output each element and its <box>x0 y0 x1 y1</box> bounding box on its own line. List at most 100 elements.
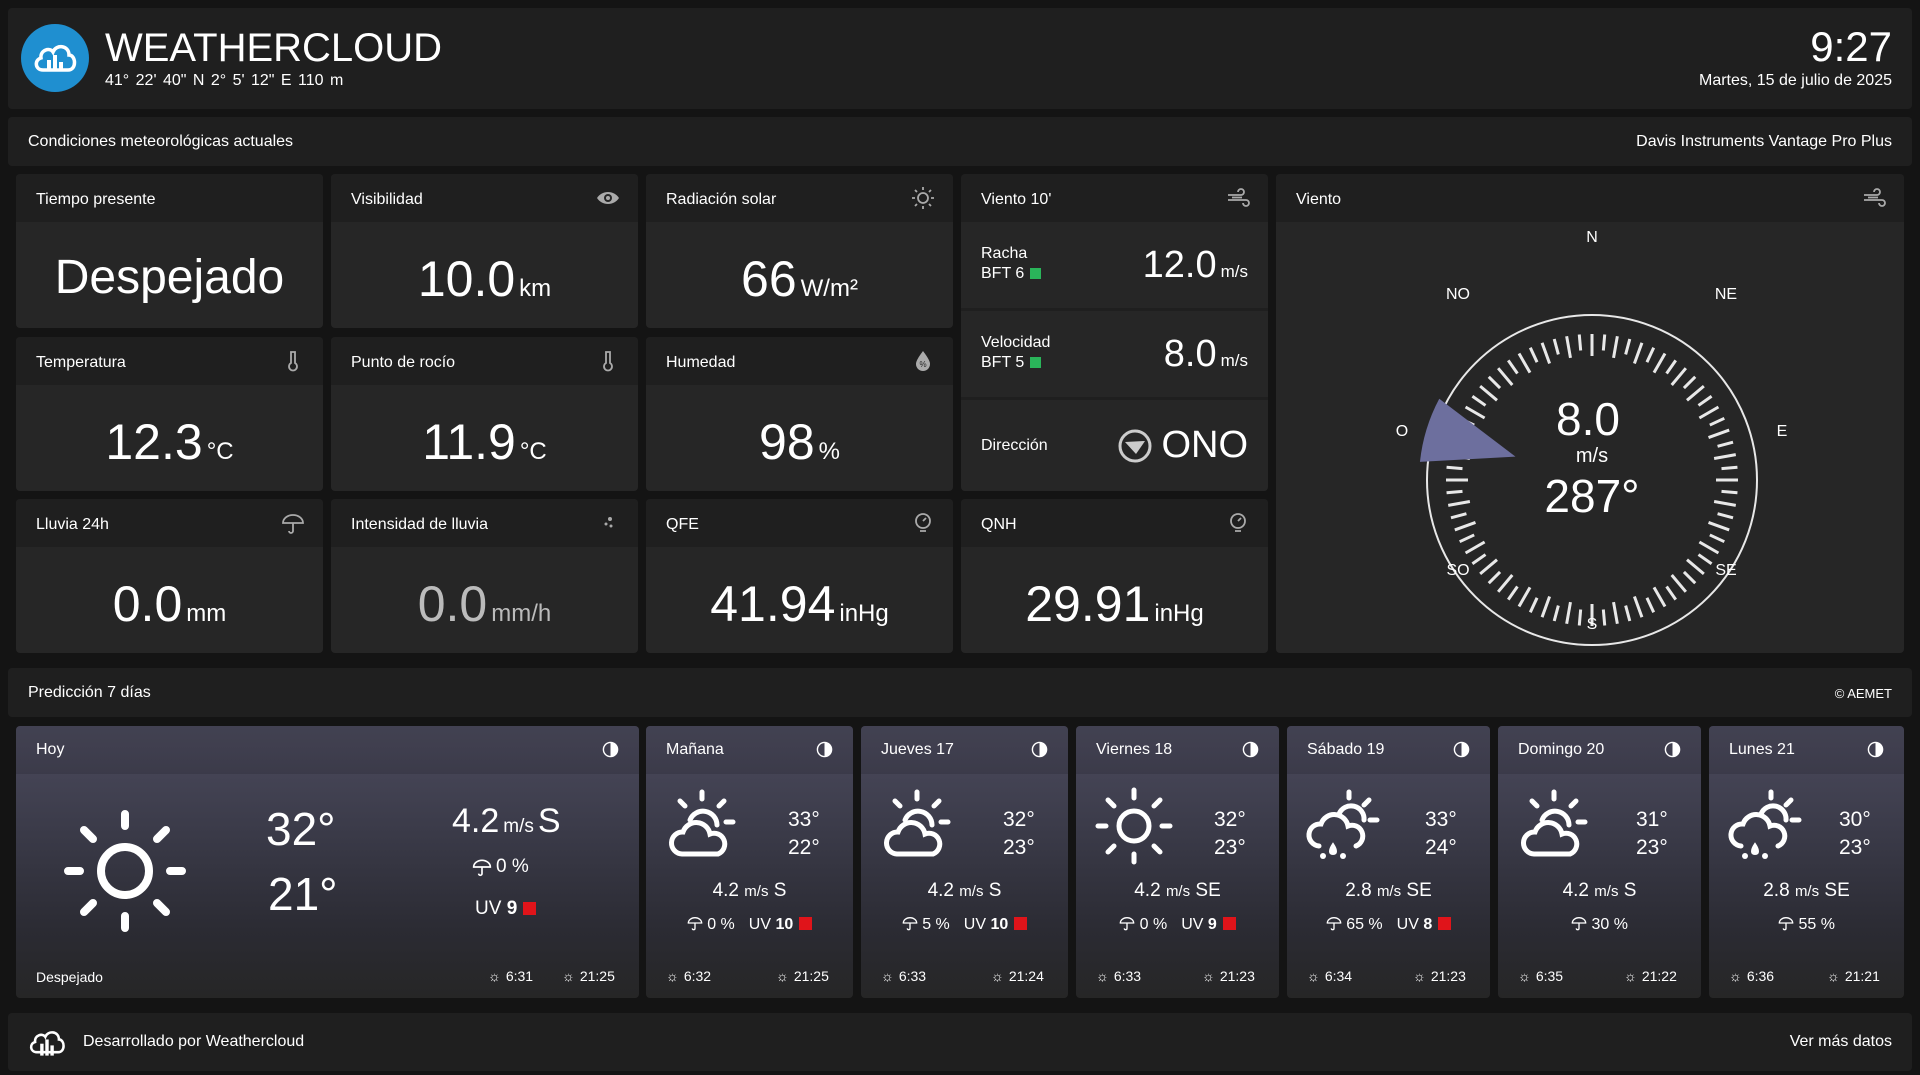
rain-uv: 30 % <box>1498 915 1701 934</box>
compass-tick <box>1633 596 1644 618</box>
compass-tick <box>1612 335 1619 359</box>
card-visibilidad: Visibilidad 10.0 km <box>331 174 638 328</box>
umbrella-icon <box>1571 917 1587 931</box>
temperatura-value: 12.3 °C <box>105 414 234 470</box>
wind-direction-arrow-icon <box>1118 429 1152 462</box>
card-title: Visibilidad <box>351 191 423 208</box>
card-title: Punto de rocío <box>351 354 456 371</box>
compass-tick <box>1652 352 1667 374</box>
compass-tick <box>1447 500 1471 507</box>
compass-tick <box>1717 512 1734 520</box>
forecast-day-card[interactable]: Mañana 33° 22° 4.2 m/s S 0 % UV 10 ☼ 6:32 … <box>646 726 853 998</box>
bft-indicator <box>1030 357 1042 369</box>
rain-probability: 30 % <box>1591 916 1628 933</box>
sunset-icon: ☼ <box>1202 968 1215 984</box>
today-uv: UV 9 <box>475 898 537 920</box>
rain-probability: 55 % <box>1798 916 1835 933</box>
min-temp: 23° <box>1839 836 1871 859</box>
rain-probability: 0 % <box>1139 916 1168 933</box>
card-viento-compass: Viento N NE E SE S SO O NO 8.0 m/s 287° <box>1276 174 1904 653</box>
uv-indicator <box>523 902 537 915</box>
compass-tick <box>1686 558 1705 575</box>
compass-tick <box>1454 521 1476 532</box>
sunrise-icon: ☼ <box>666 968 679 984</box>
compass-tick <box>1540 596 1551 618</box>
sun-icon <box>912 187 934 209</box>
uv-value: 10 <box>990 916 1009 933</box>
card-radiacion-solar: Radiación solar 66 W/m² <box>646 174 953 328</box>
wind-icon <box>1864 188 1886 207</box>
station-coordinates: 41° 22' 40" N 2° 5' 12" E 110 m <box>105 72 344 89</box>
max-temp: 30° <box>1839 808 1871 831</box>
wind: 4.2 m/s S <box>712 880 787 901</box>
racha-label: Racha BFT 6 <box>981 244 1042 284</box>
wind: 2.8 m/s SE <box>1345 880 1432 901</box>
forecast-title: Predicción 7 días <box>28 684 151 701</box>
max-temp: 33° <box>788 808 820 831</box>
moon-phase-icon <box>816 741 833 758</box>
forecast-source[interactable]: © AEMET <box>1835 686 1892 701</box>
min-temp: 23° <box>1636 836 1668 859</box>
forecast-day-card[interactable]: Lunes 21 30° 23° 2.8 m/s SE 55 % ☼ 6:36 ☼… <box>1709 726 1904 998</box>
compass-tick <box>1479 558 1498 575</box>
developed-by-link[interactable]: Desarrollado por Weathercloud <box>83 1033 304 1051</box>
forecast-day-name: Sábado 19 <box>1307 741 1385 758</box>
weathercloud-logo-icon[interactable] <box>26 1025 68 1059</box>
uv-value: 10 <box>775 916 794 933</box>
lluvia-value: 0.0 mm <box>112 576 227 632</box>
racha-row: Racha BFT 6 12.0 m/s <box>961 222 1268 308</box>
card-viento-10: Viento 10' Racha BFT 6 12.0 m/s Velocidad B… <box>961 174 1268 491</box>
forecast-day-card[interactable]: Viernes 18 32° 23° 4.2 m/s SE 0 % UV 9 ☼ 6… <box>1076 726 1279 998</box>
sunrise-icon: ☼ <box>1307 968 1320 984</box>
cardinal-o: O <box>1396 423 1408 440</box>
thermometer-icon <box>603 351 613 372</box>
racha-value: 12.0 m/s <box>1142 244 1248 286</box>
compass-tick <box>1645 597 1656 613</box>
compass-tick <box>1697 395 1713 407</box>
max-temp: 31° <box>1636 808 1668 831</box>
moon-phase-icon <box>1242 741 1259 758</box>
card-temperatura: Temperatura 12.3 °C <box>16 337 323 491</box>
rain-drops-icon <box>604 517 613 528</box>
card-title: Lluvia 24h <box>36 516 109 533</box>
compass-tick <box>1709 533 1725 544</box>
compass-tick <box>1645 347 1656 363</box>
sunset: ☼ 21:24 <box>991 968 1044 984</box>
sunset: ☼ 21:22 <box>1624 968 1677 984</box>
forecast-day-card[interactable]: Jueves 17 32° 23° 4.2 m/s S 5 % UV 10 ☼ 6:… <box>861 726 1068 998</box>
sunrise-icon: ☼ <box>488 968 501 984</box>
compass-degrees: 287° <box>1544 470 1639 522</box>
compass-tick <box>1697 553 1713 565</box>
card-humedad: Humedad % 98% <box>646 337 953 491</box>
sunrise: ☼ 6:31 <box>488 968 534 984</box>
compass-tick <box>1612 601 1619 625</box>
compass-tick <box>1682 375 1697 390</box>
qfe-value: 41.94 inHg <box>710 576 889 632</box>
umbrella-icon <box>1778 917 1794 931</box>
min-temp: 24° <box>1425 836 1457 859</box>
forecast-today[interactable]: Hoy 32° 21° 4.2 m/s S 0 % UV 9 Despejado ☼… <box>16 726 639 998</box>
umbrella-icon <box>1326 917 1342 931</box>
card-title: Tiempo presente <box>36 191 156 208</box>
compass-tick <box>1446 489 1463 495</box>
wind-icon <box>1228 188 1250 207</box>
more-data-link[interactable]: Ver más datos <box>1790 1033 1892 1051</box>
compass-tick <box>1528 347 1539 363</box>
compass-tick <box>1507 585 1519 601</box>
compass-tick <box>1708 521 1730 532</box>
forecast-day-card[interactable]: Sábado 19 33° 24° 2.8 m/s SE 65 % UV 8 ☼ 6… <box>1287 726 1490 998</box>
compass-tick <box>1479 385 1498 402</box>
humidity-drop-icon: % <box>916 351 930 371</box>
max-temp: 32° <box>1214 808 1246 831</box>
today-rain: 0 % <box>472 856 529 878</box>
compass-tick <box>1565 335 1572 359</box>
moon-phase-icon <box>1867 741 1884 758</box>
card-title: Viento 10' <box>981 191 1052 208</box>
humedad-value: 98% <box>759 414 840 470</box>
weathercloud-logo-icon[interactable] <box>21 24 89 92</box>
card-qnh: QNH 29.91 inHg <box>961 499 1268 653</box>
compass-tick <box>1682 570 1697 585</box>
card-punto-rocio: Punto de rocío 11.9 °C <box>331 337 638 491</box>
forecast-day-card[interactable]: Domingo 20 31° 23° 4.2 m/s S 30 % ☼ 6:35 … <box>1498 726 1701 998</box>
cardinal-se: SE <box>1715 562 1736 579</box>
